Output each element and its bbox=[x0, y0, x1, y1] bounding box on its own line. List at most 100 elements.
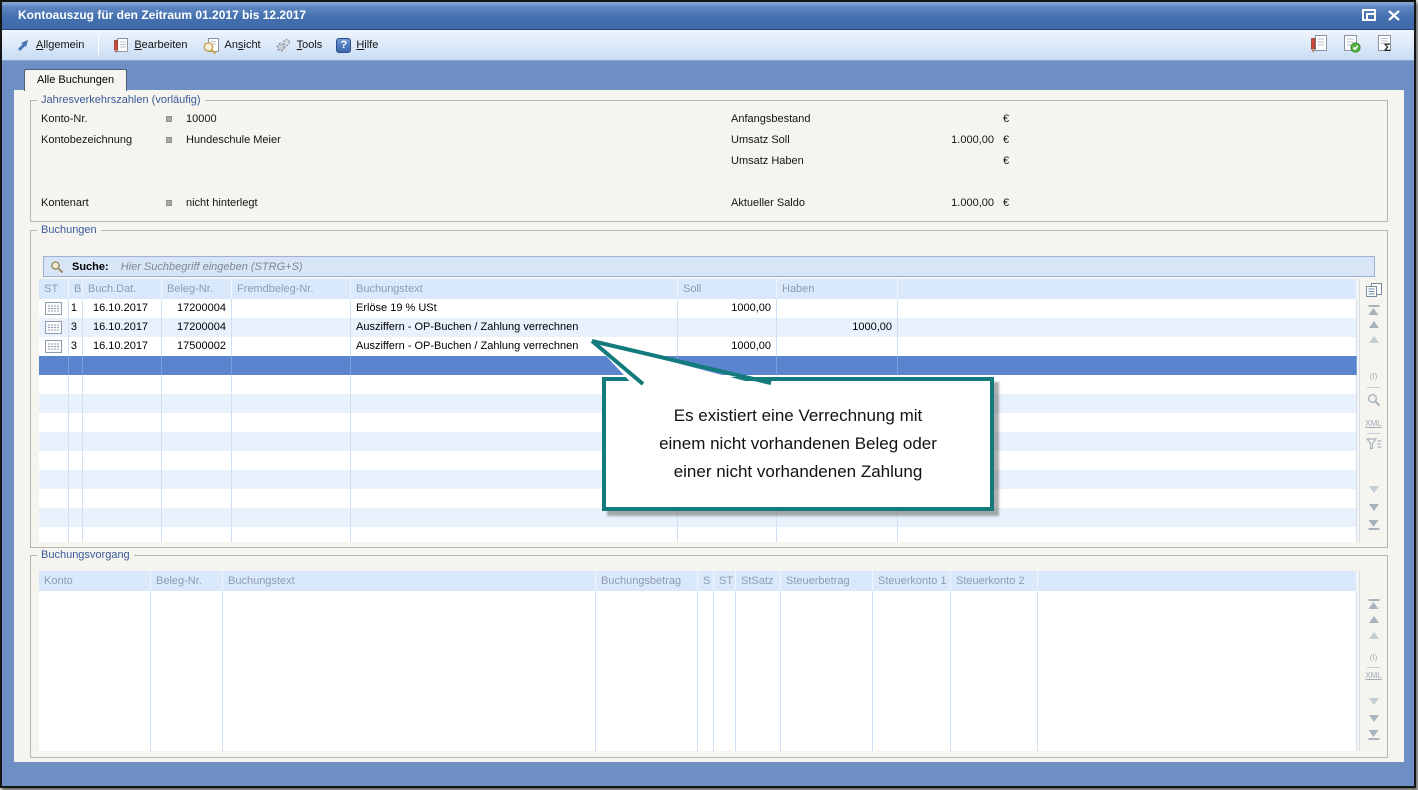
callout-text-line: einem nicht vorhandenen Beleg oder bbox=[659, 430, 937, 458]
empty-table-body bbox=[39, 591, 1357, 751]
menu-separator bbox=[98, 35, 99, 55]
currency-symbol: € bbox=[1003, 155, 1009, 167]
help-icon: ? bbox=[336, 38, 351, 53]
column-header[interactable]: Buchungstext bbox=[351, 279, 678, 299]
menu-hilfe[interactable]: ? Hilfe bbox=[336, 38, 378, 53]
check-document-icon[interactable] bbox=[1342, 34, 1361, 53]
xml-icon[interactable]: XML bbox=[1365, 420, 1381, 428]
menu-label: Bearbeiten bbox=[134, 39, 187, 51]
menu-ansicht[interactable]: Ansicht bbox=[202, 37, 261, 54]
column-header[interactable]: Beleg-Nr. bbox=[162, 279, 232, 299]
scroll-page-up-icon[interactable] bbox=[1369, 632, 1379, 639]
callout-text-line: Es existiert eine Verrechnung mit bbox=[674, 402, 923, 430]
field-value: 1.000,00 bbox=[851, 134, 994, 146]
menu-label: Tools bbox=[297, 39, 323, 51]
column-header[interactable]: Steuerkonto 1 bbox=[873, 571, 951, 591]
st-row-icon[interactable] bbox=[45, 302, 62, 315]
field-label: Aktueller Saldo bbox=[731, 197, 805, 209]
menu-label: Ansicht bbox=[225, 39, 261, 51]
column-header[interactable]: ST bbox=[714, 571, 736, 591]
scroll-bottom-icon[interactable] bbox=[1368, 520, 1379, 530]
scroll-down-icon[interactable] bbox=[1369, 698, 1379, 705]
brackets-icon[interactable]: (I) bbox=[1370, 373, 1378, 381]
currency-symbol: € bbox=[1003, 197, 1009, 209]
menu-label: Hilfe bbox=[356, 39, 378, 51]
divider bbox=[1367, 387, 1380, 388]
column-header[interactable]: Soll bbox=[678, 279, 777, 299]
column-header[interactable]: Konto bbox=[39, 571, 151, 591]
st-row-icon[interactable] bbox=[45, 321, 62, 334]
field-value: nicht hinterlegt bbox=[186, 197, 258, 209]
search-placeholder: Hier Suchbegriff eingeben (STRG+S) bbox=[121, 261, 303, 273]
field-label: Kontenart bbox=[41, 197, 89, 209]
scroll-top-icon[interactable] bbox=[1368, 599, 1379, 609]
column-header[interactable]: B bbox=[69, 279, 83, 299]
column-chooser-icon[interactable] bbox=[1365, 282, 1383, 298]
edit-document-icon[interactable] bbox=[1310, 34, 1328, 53]
column-header[interactable]: Beleg-Nr. bbox=[151, 571, 223, 591]
bullet-icon bbox=[166, 116, 172, 122]
menu-allgemein[interactable]: Allgemein bbox=[16, 38, 84, 53]
scroll-down-icon[interactable] bbox=[1369, 486, 1379, 493]
column-header[interactable]: Steuerbetrag bbox=[781, 571, 873, 591]
column-header[interactable]: Buch.Dat. bbox=[83, 279, 162, 299]
menu-bar: Allgemein Bearbeiten Ansi bbox=[2, 30, 1414, 61]
menu-bearbeiten[interactable]: Bearbeiten bbox=[113, 37, 187, 54]
field-label: Konto-Nr. bbox=[41, 113, 87, 125]
scroll-page-down-icon[interactable] bbox=[1369, 715, 1379, 722]
bullet-icon bbox=[166, 200, 172, 206]
column-header[interactable]: Buchungsbetrag bbox=[596, 571, 698, 591]
callout-annotation: Es existiert eine Verrechnung mit einem … bbox=[602, 377, 994, 511]
tab-alle-buchungen[interactable]: Alle Buchungen bbox=[24, 69, 127, 91]
gears-icon bbox=[275, 37, 292, 53]
st-row-icon[interactable] bbox=[45, 340, 62, 353]
buchungsvorgang-tool-strip: (I) XML bbox=[1359, 571, 1387, 751]
column-header[interactable]: Haben bbox=[777, 279, 898, 299]
column-header bbox=[1038, 571, 1357, 591]
filter-icon[interactable] bbox=[1366, 438, 1382, 450]
column-header[interactable]: ST bbox=[39, 279, 69, 299]
callout-arrow bbox=[575, 328, 795, 392]
title-bar: Kontoauszug für den Zeitraum 01.2017 bis… bbox=[2, 2, 1414, 30]
scroll-page-up-icon[interactable] bbox=[1369, 336, 1379, 343]
bullet-icon bbox=[166, 137, 172, 143]
xml-icon[interactable]: XML bbox=[1365, 672, 1381, 680]
maximize-icon[interactable] bbox=[1362, 9, 1376, 21]
buchungen-table-header: ST B Buch.Dat. Beleg-Nr. Fremdbeleg-Nr. … bbox=[39, 279, 1357, 299]
brackets-icon[interactable]: (I) bbox=[1370, 654, 1378, 662]
search-bar[interactable]: Suche: Hier Suchbegriff eingeben (STRG+S… bbox=[43, 256, 1375, 277]
close-icon[interactable] bbox=[1388, 10, 1400, 21]
field-label: Kontobezeichnung bbox=[41, 134, 132, 146]
column-header[interactable]: StSatz bbox=[736, 571, 781, 591]
divider bbox=[1367, 433, 1380, 434]
buchungsvorgang-table: Konto Beleg-Nr. Buchungstext Buchungsbet… bbox=[39, 571, 1357, 751]
table-row[interactable]: 1 16.10.2017 17200004 Erlöse 19 % USt 10… bbox=[39, 299, 1357, 318]
empty-row[interactable] bbox=[39, 527, 1357, 542]
groupbox-legend: Buchungen bbox=[37, 224, 101, 236]
buchungsvorgang-table-header: Konto Beleg-Nr. Buchungstext Buchungsbet… bbox=[39, 571, 1357, 591]
field-label: Anfangsbestand bbox=[731, 113, 811, 125]
scroll-page-down-icon[interactable] bbox=[1369, 504, 1379, 511]
notebook-icon bbox=[113, 37, 129, 54]
callout-text-line: einer nicht vorhandenen Zahlung bbox=[674, 458, 923, 486]
column-header[interactable]: Buchungstext bbox=[223, 571, 596, 591]
groupbox-legend: Jahresverkehrszahlen (vorläufig) bbox=[37, 94, 205, 106]
scroll-top-icon[interactable] bbox=[1368, 305, 1379, 315]
currency-symbol: € bbox=[1003, 134, 1009, 146]
scroll-up-icon[interactable] bbox=[1369, 321, 1379, 328]
scroll-bottom-icon[interactable] bbox=[1368, 730, 1379, 740]
field-label: Umsatz Haben bbox=[731, 155, 804, 167]
groupbox-legend: Buchungsvorgang bbox=[37, 549, 134, 561]
column-header[interactable]: S bbox=[698, 571, 714, 591]
magnifier-icon[interactable] bbox=[1367, 393, 1381, 407]
field-value: 10000 bbox=[186, 113, 217, 125]
groupbox-jahresverkehrszahlen: Jahresverkehrszahlen (vorläufig) Konto-N… bbox=[30, 100, 1388, 222]
field-value: 1.000,00 bbox=[851, 197, 994, 209]
scroll-up-icon[interactable] bbox=[1369, 616, 1379, 623]
currency-symbol: € bbox=[1003, 113, 1009, 125]
sum-document-icon[interactable]: Σ bbox=[1375, 34, 1394, 53]
column-header[interactable]: Steuerkonto 2 bbox=[951, 571, 1038, 591]
column-header[interactable]: Fremdbeleg-Nr. bbox=[232, 279, 351, 299]
menu-tools[interactable]: Tools bbox=[275, 37, 323, 53]
app-window: Kontoauszug für den Zeitraum 01.2017 bis… bbox=[0, 0, 1416, 788]
